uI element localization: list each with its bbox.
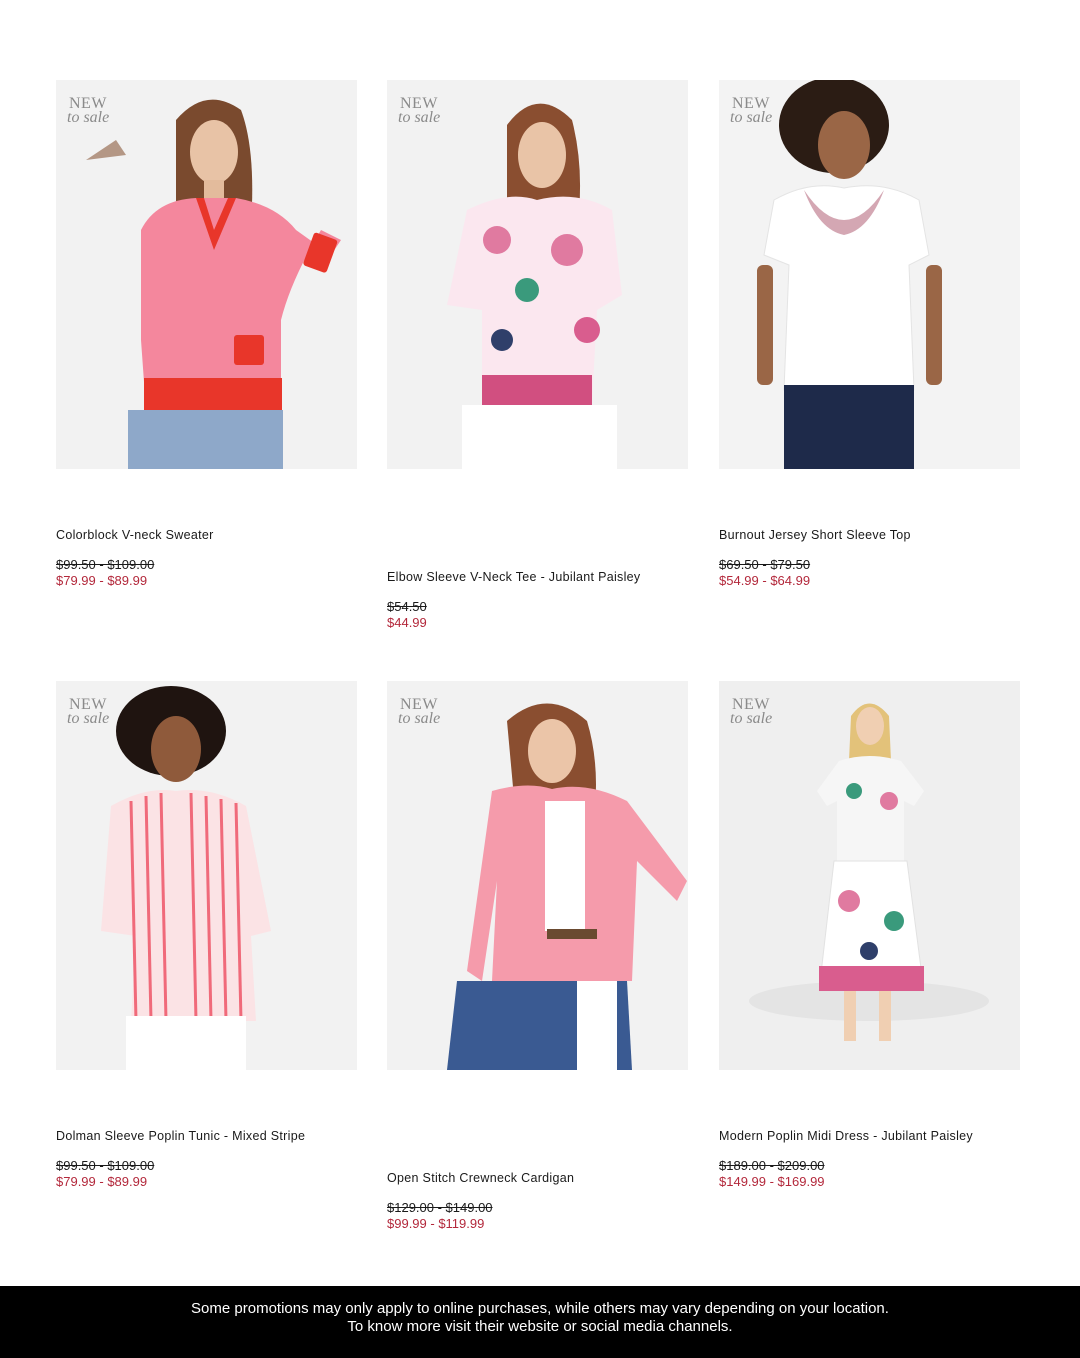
product-image[interactable]: NEW to sale xyxy=(56,80,357,469)
sale-price: $79.99 - $89.99 xyxy=(56,573,148,588)
original-price: $99.50 - $109.00 xyxy=(56,1158,155,1173)
product-image[interactable]: NEW to sale xyxy=(387,80,688,469)
sale-price: $99.99 - $119.99 xyxy=(387,1216,485,1231)
model-illustration xyxy=(719,681,1020,1070)
product-row: NEW to sale Dolman Sleeve Poplin Tunic -… xyxy=(56,681,1020,1282)
product-name-link[interactable]: Dolman Sleeve Poplin Tunic - Mixed Strip… xyxy=(56,1129,357,1143)
new-to-sale-badge: NEW to sale xyxy=(398,696,441,727)
product-info: Colorblock V-neck Sweater $99.50 - $109.… xyxy=(56,528,357,588)
product-name-link[interactable]: Burnout Jersey Short Sleeve Top xyxy=(719,528,1020,542)
model-illustration xyxy=(387,80,688,469)
product-image[interactable]: NEW to sale xyxy=(719,681,1020,1070)
product-info: Dolman Sleeve Poplin Tunic - Mixed Strip… xyxy=(56,1129,357,1189)
promotions-disclaimer-banner: Some promotions may only apply to online… xyxy=(0,1286,1080,1358)
product-card[interactable]: NEW to sale Open Stitch Crewneck Cardiga… xyxy=(387,681,688,1231)
disclaimer-line-2: To know more visit their website or soci… xyxy=(347,1318,733,1335)
new-to-sale-badge: NEW to sale xyxy=(730,95,773,126)
sale-price: $54.99 - $64.99 xyxy=(719,573,811,588)
model-illustration xyxy=(56,80,357,469)
original-price: $129.00 - $149.00 xyxy=(387,1200,493,1215)
sale-price: $44.99 xyxy=(387,615,427,630)
product-name-link[interactable]: Colorblock V-neck Sweater xyxy=(56,528,357,542)
sale-price: $79.99 - $89.99 xyxy=(56,1174,148,1189)
product-card[interactable]: NEW to sale Modern Poplin Midi Dress - J… xyxy=(719,681,1020,1189)
product-row: NEW to sale Colorblock V-neck Sweater $9… xyxy=(56,80,1020,681)
new-to-sale-badge: NEW to sale xyxy=(398,95,441,126)
sale-price: $149.99 - $169.99 xyxy=(719,1174,825,1189)
disclaimer-line-1: Some promotions may only apply to online… xyxy=(191,1300,889,1317)
product-card[interactable]: NEW to sale Burnout Jersey Short Sleeve … xyxy=(719,80,1020,588)
product-grid: NEW to sale Colorblock V-neck Sweater $9… xyxy=(56,80,1020,1282)
product-card[interactable]: NEW to sale Elbow Sleeve V-Neck Tee - Ju… xyxy=(387,80,688,630)
product-info: Burnout Jersey Short Sleeve Top $69.50 -… xyxy=(719,528,1020,588)
product-info: Elbow Sleeve V-Neck Tee - Jubilant Paisl… xyxy=(387,570,688,630)
original-price: $99.50 - $109.00 xyxy=(56,557,155,572)
product-image[interactable]: NEW to sale xyxy=(719,80,1020,469)
product-info: Modern Poplin Midi Dress - Jubilant Pais… xyxy=(719,1129,1020,1189)
model-illustration xyxy=(56,681,357,1070)
model-illustration xyxy=(719,80,1020,469)
new-to-sale-badge: NEW to sale xyxy=(730,696,773,727)
new-to-sale-badge: NEW to sale xyxy=(67,696,110,727)
product-image[interactable]: NEW to sale xyxy=(387,681,688,1070)
product-name-link[interactable]: Open Stitch Crewneck Cardigan xyxy=(387,1171,688,1185)
product-card[interactable]: NEW to sale Dolman Sleeve Poplin Tunic -… xyxy=(56,681,357,1189)
product-name-link[interactable]: Elbow Sleeve V-Neck Tee - Jubilant Paisl… xyxy=(387,570,688,584)
original-price: $189.00 - $209.00 xyxy=(719,1158,825,1173)
model-illustration xyxy=(387,681,688,1070)
product-name-link[interactable]: Modern Poplin Midi Dress - Jubilant Pais… xyxy=(719,1129,1020,1143)
product-card[interactable]: NEW to sale Colorblock V-neck Sweater $9… xyxy=(56,80,357,588)
product-info: Open Stitch Crewneck Cardigan $129.00 - … xyxy=(387,1171,688,1231)
product-image[interactable]: NEW to sale xyxy=(56,681,357,1070)
new-to-sale-badge: NEW to sale xyxy=(67,95,110,126)
original-price: $54.50 xyxy=(387,599,427,614)
original-price: $69.50 - $79.50 xyxy=(719,557,811,572)
